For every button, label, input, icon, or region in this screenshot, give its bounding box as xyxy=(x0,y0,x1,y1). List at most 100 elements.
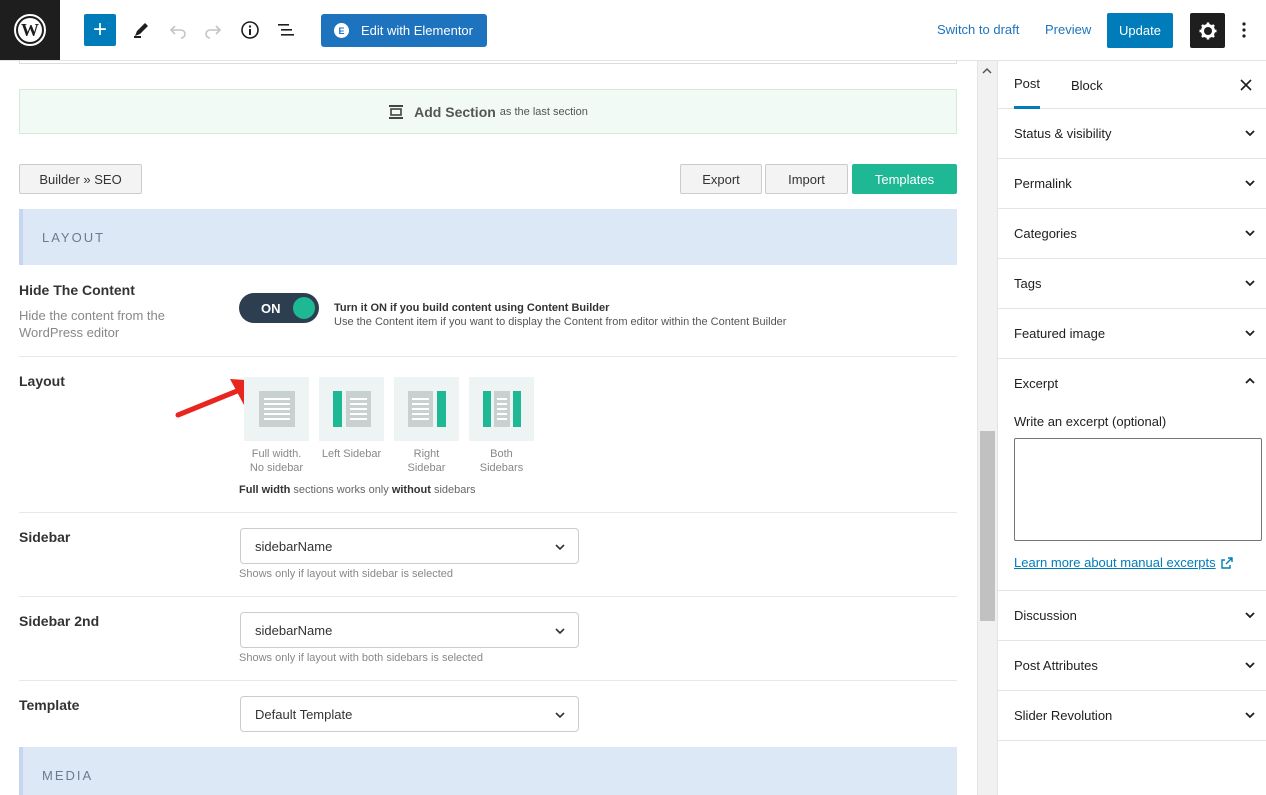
kebab-menu-icon xyxy=(1242,22,1246,38)
tab-post[interactable]: Post xyxy=(1014,61,1041,109)
preview-button[interactable]: Preview xyxy=(1045,22,1091,37)
redo-button[interactable] xyxy=(199,14,227,46)
layout-full-width-option[interactable] xyxy=(244,377,309,441)
switch-to-draft-button[interactable]: Switch to draft xyxy=(937,22,1019,37)
panel-label: Post Attributes xyxy=(1014,658,1098,673)
add-section-button[interactable]: Add Section as the last section xyxy=(19,89,957,134)
panel-discussion[interactable]: Discussion xyxy=(998,591,1266,641)
template-select[interactable]: Default Template xyxy=(240,696,579,732)
both-sidebars-layout-icon xyxy=(482,391,521,427)
add-block-button[interactable]: + xyxy=(84,14,116,46)
sidebar-2nd-select[interactable]: sidebarName xyxy=(240,612,579,648)
sidebar-tabs: Post Block xyxy=(998,61,1266,109)
panel-permalink[interactable]: Permalink xyxy=(998,159,1266,209)
more-options-button[interactable] xyxy=(1236,18,1252,42)
panel-label: Categories xyxy=(1014,226,1077,241)
hide-content-info-desc: Use the Content item if you want to disp… xyxy=(334,316,787,328)
panel-label: Excerpt xyxy=(1014,375,1059,391)
note-bold: Full width xyxy=(239,484,291,496)
list-view-button[interactable] xyxy=(272,14,300,46)
sidebar-title: Sidebar xyxy=(19,529,71,545)
note-text: sections works only xyxy=(290,484,392,496)
undo-button[interactable] xyxy=(164,14,192,46)
chevron-down-icon xyxy=(555,628,565,635)
gear-icon xyxy=(1199,22,1216,39)
chevron-down-icon xyxy=(1245,180,1255,187)
tab-block[interactable]: Block xyxy=(1071,61,1103,109)
panel-label: Slider Revolution xyxy=(1014,708,1113,723)
import-button[interactable]: Import xyxy=(765,164,848,194)
templates-button[interactable]: Templates xyxy=(852,164,957,194)
close-sidebar-button[interactable] xyxy=(1236,75,1256,95)
panel-categories[interactable]: Categories xyxy=(998,209,1266,259)
panel-label: Status & visibility xyxy=(1014,126,1112,141)
panel-slider-revolution[interactable]: Slider Revolution xyxy=(998,691,1266,741)
label-line: Full width. xyxy=(251,448,302,460)
settings-sidebar: Post Block Status & visibility Permalink… xyxy=(997,61,1266,795)
info-icon xyxy=(241,21,259,39)
sidebar-2nd-hint: Shows only if layout with both sidebars … xyxy=(239,652,483,664)
note-bold: without xyxy=(391,484,431,496)
sidebar-select[interactable]: sidebarName xyxy=(240,528,579,564)
panel-featured-image[interactable]: Featured image xyxy=(998,309,1266,359)
row-separator xyxy=(19,596,957,597)
label-line: Sidebars xyxy=(479,462,524,474)
excerpt-help-link[interactable]: Learn more about manual excerpts xyxy=(1014,555,1234,570)
list-view-icon xyxy=(278,24,294,36)
editor-header: W + E Edit with Elementor Switch to draf… xyxy=(0,0,1266,61)
editor-content: Add Section as the last section Builder … xyxy=(0,61,977,795)
left-sidebar-layout-icon xyxy=(332,391,371,427)
row-separator xyxy=(19,680,957,681)
chevron-down-icon xyxy=(1245,662,1255,669)
close-icon xyxy=(1240,79,1252,91)
wordpress-logo-button[interactable]: W xyxy=(0,0,60,60)
panel-tags[interactable]: Tags xyxy=(998,259,1266,309)
layout-both-sidebars-option[interactable] xyxy=(469,377,534,441)
scroll-up-icon[interactable] xyxy=(982,67,992,75)
add-section-label: Add Section xyxy=(414,103,496,120)
hide-content-description: Hide the content from the WordPress edit… xyxy=(19,308,165,340)
hide-content-toggle[interactable]: ON xyxy=(239,293,319,323)
label-line: Sidebar xyxy=(407,462,446,474)
panel-excerpt: Excerpt Write an excerpt (optional) Lear… xyxy=(998,359,1266,591)
export-button[interactable]: Export xyxy=(680,164,762,194)
excerpt-textarea[interactable] xyxy=(1014,438,1262,541)
tools-button[interactable] xyxy=(127,14,155,46)
template-select-value: Default Template xyxy=(255,706,353,722)
layout-section-heading: LAYOUT xyxy=(19,209,957,265)
sidebar-2nd-title: Sidebar 2nd xyxy=(19,613,100,629)
wordpress-icon: W xyxy=(14,14,46,46)
label-line: Both xyxy=(490,448,513,460)
sidebar-2nd-select-value: sidebarName xyxy=(255,622,333,638)
details-button[interactable] xyxy=(236,14,264,46)
previous-block-edge xyxy=(19,61,957,64)
layout-option-label: Full width. No sidebar xyxy=(239,447,314,475)
section-icon xyxy=(389,104,404,119)
template-title: Template xyxy=(19,697,80,713)
panel-status-visibility[interactable]: Status & visibility xyxy=(998,109,1266,159)
chevron-down-icon xyxy=(1245,130,1255,137)
layout-right-sidebar-option[interactable] xyxy=(394,377,459,441)
row-separator xyxy=(19,356,957,357)
scrollbar-thumb[interactable] xyxy=(980,431,995,621)
sidebar-hint: Shows only if layout with sidebar is sel… xyxy=(239,568,453,580)
excerpt-toggle[interactable]: Excerpt xyxy=(998,359,1266,407)
plus-icon: + xyxy=(92,16,107,43)
chevron-down-icon xyxy=(1245,712,1255,719)
hide-content-info-title: Turn it ON if you build content using Co… xyxy=(334,302,610,314)
layout-note: Full width sections works only without s… xyxy=(239,484,476,496)
layout-left-sidebar-option[interactable] xyxy=(319,377,384,441)
right-sidebar-layout-icon xyxy=(407,391,446,427)
settings-button[interactable] xyxy=(1190,13,1225,48)
builder-seo-button[interactable]: Builder » SEO xyxy=(19,164,142,194)
editor-scrollbar[interactable] xyxy=(977,61,997,795)
full-width-layout-icon xyxy=(258,391,295,427)
panel-label: Featured image xyxy=(1014,326,1106,341)
panel-post-attributes[interactable]: Post Attributes xyxy=(998,641,1266,691)
media-section-heading: MEDIA xyxy=(19,747,957,795)
hide-content-title: Hide The Content xyxy=(19,282,135,298)
update-button[interactable]: Update xyxy=(1107,13,1173,48)
pencil-icon xyxy=(134,23,148,38)
panel-label: Tags xyxy=(1014,276,1042,291)
edit-with-elementor-button[interactable]: E Edit with Elementor xyxy=(321,14,487,47)
